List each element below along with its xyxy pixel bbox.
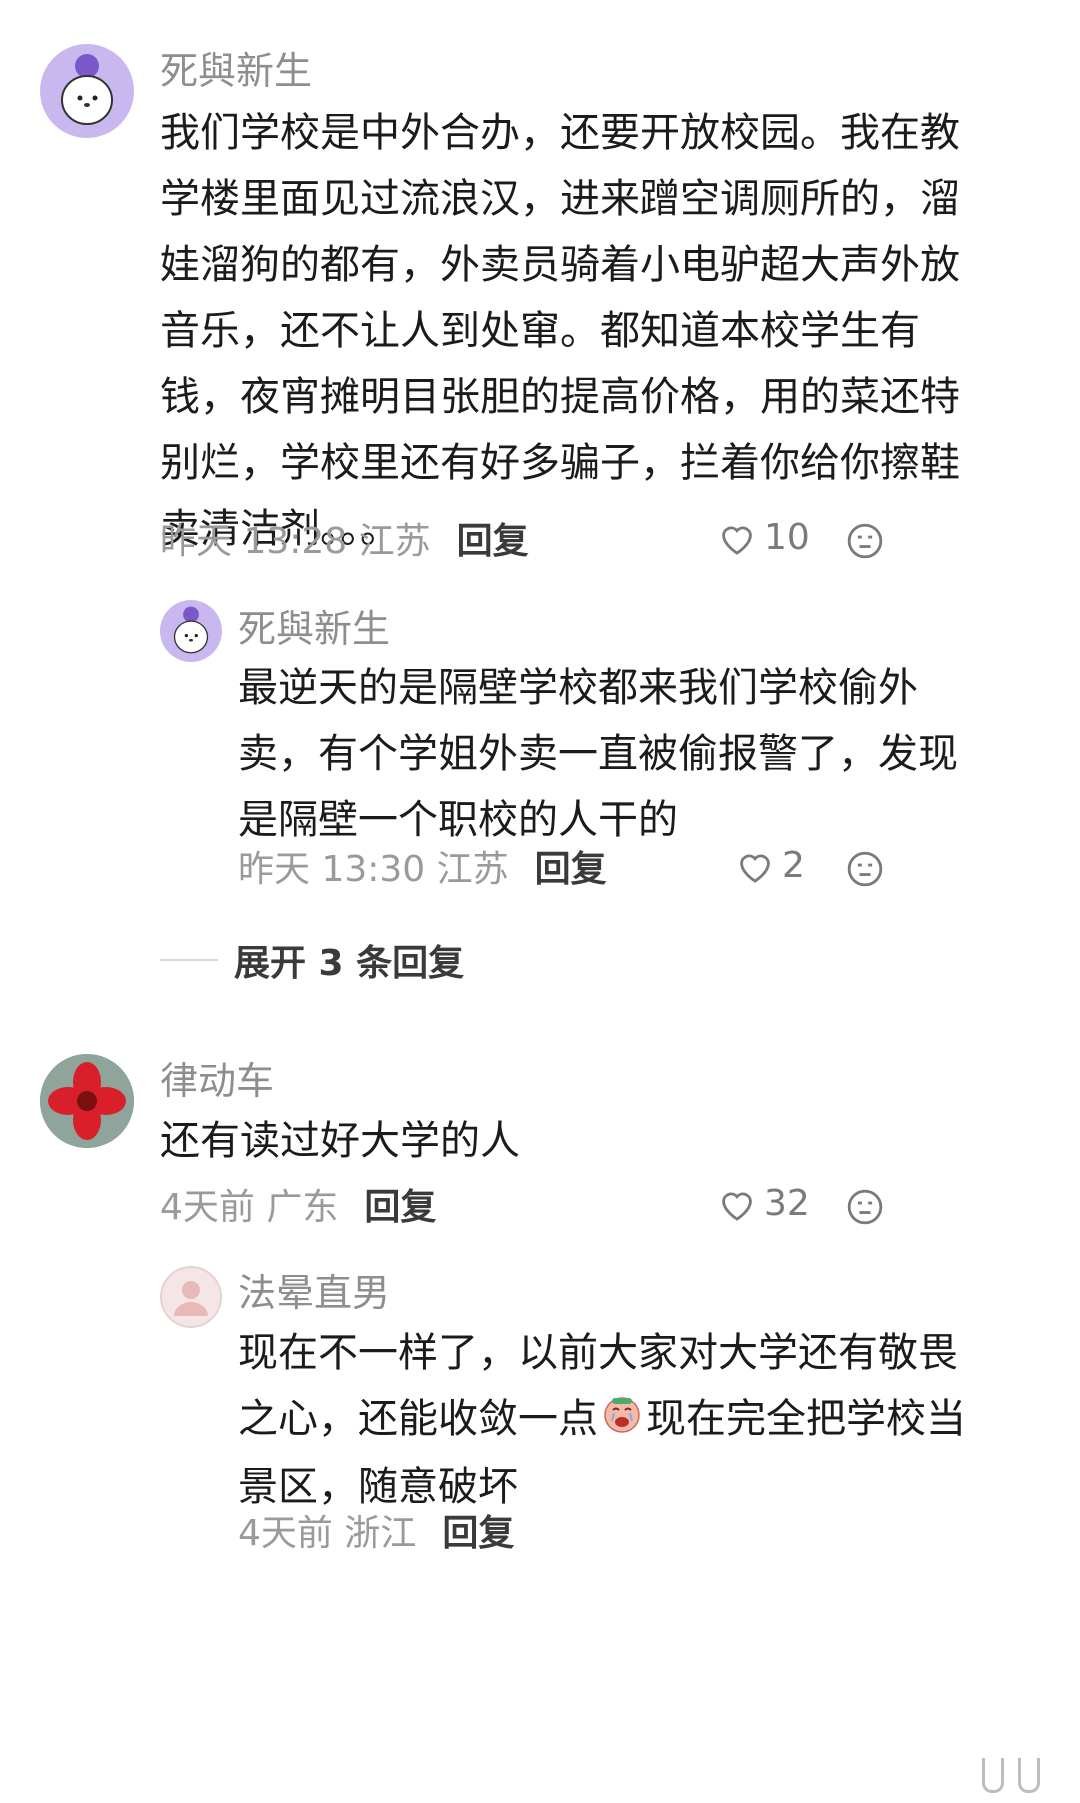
comment-text: 还有读过好大学的人 [160,1118,520,1164]
reply-button[interactable]: 回复 [442,1513,514,1554]
heart-outline-icon [722,1192,752,1221]
divider [160,959,218,961]
reply-meta: 4天前 浙江 回复 [238,1516,514,1552]
avatar[interactable] [160,600,222,662]
reply-username[interactable]: 法晕直男 [238,1274,390,1312]
reply-text: 最逆天的是隔壁学校都来我们学校偷外 卖，有个学姐外卖一直被偷报警了，发现 是隔壁… [238,665,958,843]
neutral-face-icon[interactable] [846,850,884,892]
reply-timestamp: 4天前 浙江 [238,1513,417,1554]
expand-replies-button[interactable]: 展开 3 条回复 [160,934,464,986]
reply-button[interactable]: 回复 [364,1187,436,1228]
avatar[interactable] [160,1266,222,1328]
like-count: 10 [764,517,810,558]
comment-timestamp: 4天前 广东 [160,1187,339,1228]
expand-replies-label: 展开 3 条回复 [234,943,465,984]
comment-text: 我们学校是中外合办，还要开放校园。我在教 学楼里面见过流浪汉，进来蹭空调厕所的，… [160,110,960,552]
reply-meta: 昨天 13:30 江苏 回复 [238,852,607,888]
like-count: 2 [782,845,805,886]
crying-face-emoji [602,1388,642,1454]
like-count: 32 [764,1183,810,1224]
comment-meta: 4天前 广东 回复 [160,1190,436,1226]
avatar[interactable] [40,44,134,138]
comment-meta: 昨天 13:28 江苏 回复 [160,524,529,560]
comment-username[interactable]: 律动车 [160,1062,274,1100]
comment-timestamp: 昨天 13:28 江苏 [160,521,431,562]
heart-outline-icon [740,854,770,883]
like-button[interactable]: 2 [736,848,805,884]
comment-username[interactable]: 死與新生 [160,52,312,90]
bar-icon [982,1758,1004,1793]
bottom-toolbar [982,1758,1040,1793]
bar-icon [1018,1758,1040,1793]
reply-button[interactable]: 回复 [457,521,529,562]
neutral-face-icon[interactable] [846,1188,884,1230]
like-button[interactable]: 10 [718,520,810,556]
like-button[interactable]: 32 [718,1186,810,1222]
reply-button[interactable]: 回复 [535,849,607,890]
reply-text: 现在不一样了，以前大家对大学还有敬畏 之心，还能收敛一点 现在完全把学校当 景区，… [238,1330,966,1510]
avatar[interactable] [40,1054,134,1148]
reply-username[interactable]: 死與新生 [238,610,390,648]
heart-outline-icon [722,526,752,555]
reply-timestamp: 昨天 13:30 江苏 [238,849,509,890]
neutral-face-icon[interactable] [846,522,884,564]
